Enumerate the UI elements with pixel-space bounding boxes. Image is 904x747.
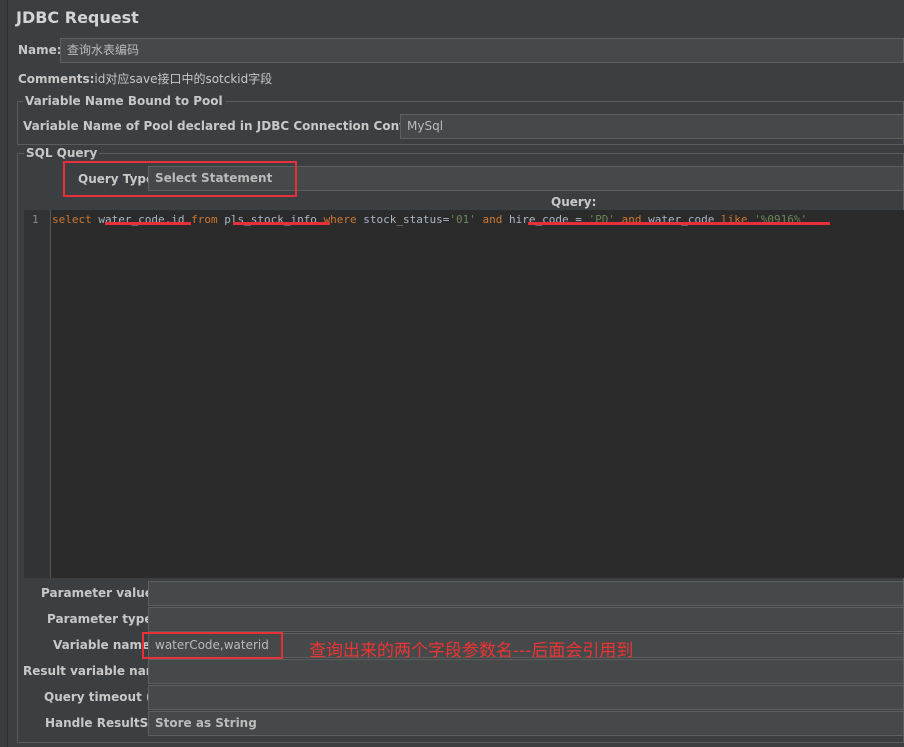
name-label: Name: [18,43,62,57]
name-field[interactable]: 查询水表编码 [60,38,904,63]
sql-token-kw: select [52,213,92,226]
line-number: 1 [32,213,39,226]
comments-row: Comments:id对应save接口中的sotckid字段 [18,70,272,87]
sql-token-kw: and [482,213,503,226]
pool-legend: Variable Name Bound to Pool [23,94,225,108]
pool-name-field[interactable]: MySql [400,114,904,139]
parameter-types-label: Parameter types: [47,612,165,626]
comments-field[interactable]: id对应save接口中的sotckid字段 [94,72,272,86]
parameter-types-field[interactable] [148,607,904,632]
query-type-highlight [63,161,297,197]
sql-token-str: '01' [449,213,476,226]
variable-names-highlight [142,632,283,659]
sql-token-kw: from [191,213,218,226]
result-variable-field[interactable] [148,659,904,684]
underline-conditions [528,222,830,225]
parameter-values-label: Parameter values: [41,586,165,600]
query-label: Query: [551,195,597,209]
page-title: JDBC Request [16,8,139,27]
sql-editor[interactable]: 1 select water_code,id from pls_stock_in… [24,210,904,578]
editor-gutter: 1 [24,210,51,578]
underline-table-name [233,222,330,225]
query-timeout-field[interactable] [148,685,904,710]
sql-legend: SQL Query [24,146,100,160]
sql-token-id [476,213,483,226]
annotation-text: 查询出来的两个字段参数名---后面会引用到 [309,641,634,661]
underline-select-fields [105,222,191,225]
comments-label: Comments: [18,72,95,86]
sql-token-id: stock_status= [356,213,450,226]
handle-resultset-select[interactable]: Store as String [148,711,904,736]
parameter-values-field[interactable] [148,581,904,606]
left-splitter[interactable] [0,0,8,747]
